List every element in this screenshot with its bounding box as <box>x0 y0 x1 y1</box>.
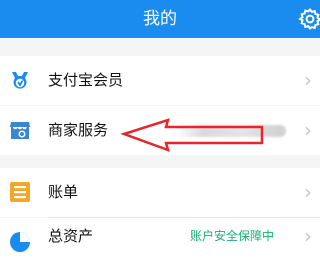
chevron-right-icon: › <box>304 118 312 142</box>
chevron-right-icon: › <box>304 224 312 248</box>
member-badge-icon <box>12 72 28 89</box>
blurred-text <box>176 125 286 137</box>
menu-item-member[interactable]: 支付宝会员 › <box>0 56 320 105</box>
menu-item-label: 账单 <box>48 183 79 201</box>
chevron-right-icon: › <box>304 180 312 204</box>
page-title: 我的 <box>143 9 177 29</box>
menu-item-label: 商家服务 <box>48 121 109 139</box>
security-status: 账户安全保障中 <box>190 229 275 243</box>
menu-item-assets[interactable]: 总资产 账户安全保障中 › <box>0 218 320 267</box>
menu-item-label: 支付宝会员 <box>48 71 124 89</box>
bill-icon <box>10 182 30 202</box>
gear-icon[interactable] <box>298 7 320 31</box>
menu-item-bill[interactable]: 账单 › <box>0 168 320 217</box>
assets-icon <box>10 232 30 252</box>
chevron-right-icon: › <box>304 68 312 92</box>
menu-item-label: 总资产 <box>48 227 94 245</box>
store-icon <box>10 122 30 139</box>
